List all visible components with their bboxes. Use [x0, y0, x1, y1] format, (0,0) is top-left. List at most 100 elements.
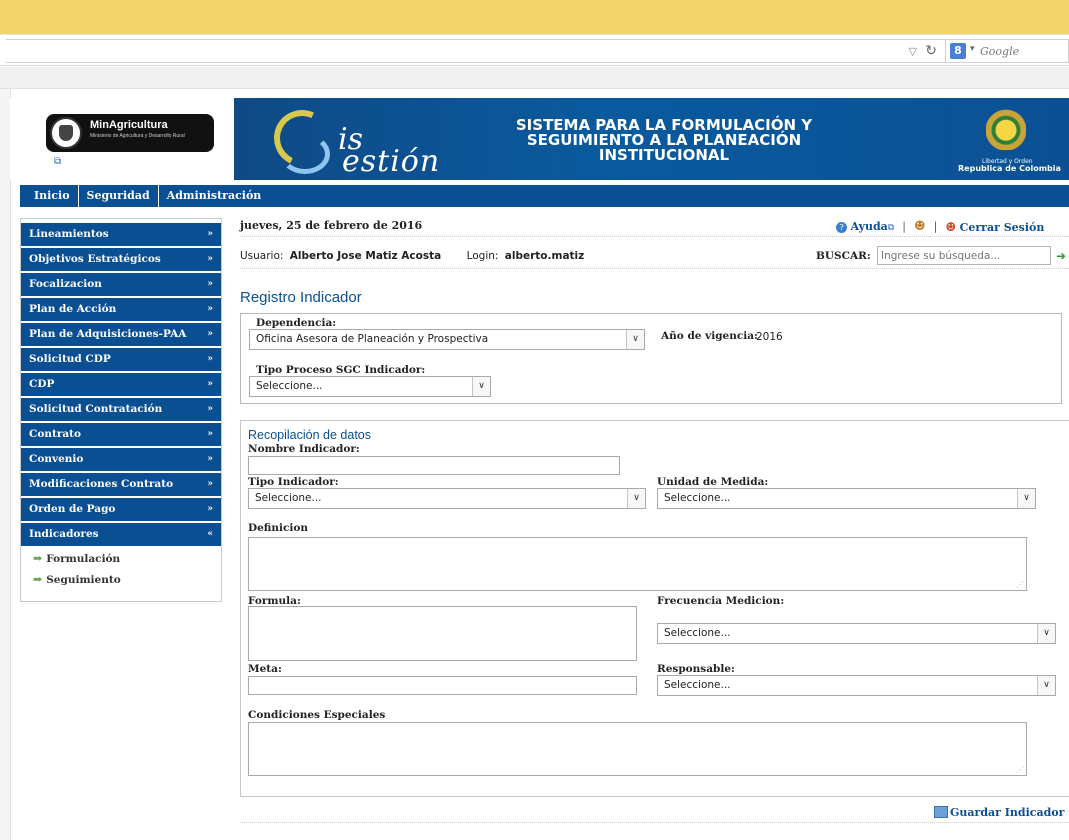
recopilacion-title: Recopilación de datos: [248, 428, 371, 442]
sidebar-item-label: CDP: [29, 378, 55, 390]
nombre-input[interactable]: [248, 456, 620, 475]
chevron-down-icon: ∨: [1017, 489, 1035, 508]
chevron-down-icon: »: [207, 329, 213, 339]
sidebar-item-indicadores[interactable]: Indicadores «: [21, 523, 221, 546]
sidebar-item-label: Objetivos Estratégicos: [29, 253, 161, 265]
resize-grip-icon[interactable]: ⋰: [1016, 580, 1024, 589]
sidebar-item-lineamientos[interactable]: Lineamientos »: [21, 223, 221, 246]
browser-tab-gap: [0, 67, 1069, 89]
chevron-down-icon: »: [207, 404, 213, 414]
minagricultura-logo: MinAgricultura Ministerio de Agricultura…: [46, 114, 214, 152]
frecuencia-select[interactable]: Seleccione... ∨: [657, 623, 1056, 644]
condiciones-textarea[interactable]: ⋰: [248, 722, 1027, 776]
crest-country: Republica de Colombia: [958, 164, 1061, 173]
sidebar-item-label: Orden de Pago: [29, 503, 116, 515]
chevron-down-icon: »: [207, 454, 213, 464]
vigencia-label: Año de vigencia:: [661, 330, 758, 342]
sidebar-item-focalizacion[interactable]: Focalizacion »: [21, 273, 221, 296]
chevron-down-icon: ∨: [1037, 624, 1055, 643]
user-name: Alberto Jose Matiz Acosta: [289, 250, 442, 262]
chevron-up-icon: «: [207, 529, 213, 539]
tipo-indicador-select[interactable]: Seleccione... ∨: [248, 488, 646, 509]
search-engine-name: Google: [980, 45, 1020, 58]
sidebar-item-modificaciones[interactable]: Modificaciones Contrato »: [21, 473, 221, 496]
help-icon: ?: [836, 222, 847, 233]
chevron-down-icon: »: [207, 504, 213, 514]
ministry-seal-icon: [50, 117, 82, 149]
sidebar-item-label: Focalizacion: [29, 278, 102, 290]
brand-text-estion: estión: [342, 144, 441, 179]
sidebar-item-plan-adquisiciones[interactable]: Plan de Adquisiciones-PAA »: [21, 323, 221, 346]
definicion-textarea[interactable]: ⋰: [248, 537, 1027, 591]
tipo-proceso-select[interactable]: Seleccione... ∨: [249, 376, 491, 397]
nav-administracion[interactable]: Administración: [159, 185, 270, 207]
nombre-label: Nombre Indicador:: [248, 443, 360, 455]
sidebar-item-solicitud-cdp[interactable]: Solicitud CDP »: [21, 348, 221, 371]
save-indicator-button[interactable]: Guardar Indicador: [934, 806, 1064, 819]
sidebar-item-label: Indicadores: [29, 528, 99, 540]
logo-subtitle: Ministerio de Agricultura y Desarrollo R…: [90, 133, 185, 139]
chevron-down-icon: »: [207, 304, 213, 314]
search-input[interactable]: [877, 246, 1051, 265]
search-engine-icon[interactable]: 8: [950, 43, 966, 59]
browser-search-box[interactable]: 8 ▾ Google: [945, 39, 1069, 63]
sidebar-item-contrato[interactable]: Contrato »: [21, 423, 221, 446]
unidad-label: Unidad de Medida:: [657, 476, 769, 488]
chevron-down-icon: »: [207, 254, 213, 264]
chevron-down-icon: ∨: [472, 377, 490, 396]
tipo-proceso-label: Tipo Proceso SGC Indicador:: [256, 364, 426, 376]
dropdown-triangle-icon[interactable]: ▽: [909, 45, 917, 58]
main-navigation: Inicio Seguridad Administración: [20, 185, 1069, 207]
tipo-indicador-label: Tipo Indicador:: [248, 476, 339, 488]
sidebar-subitem-seguimiento[interactable]: ➡ Seguimiento: [21, 569, 221, 590]
nav-seguridad[interactable]: Seguridad: [79, 185, 159, 207]
engine-dropdown-icon[interactable]: ▾: [970, 44, 975, 54]
nav-inicio[interactable]: Inicio: [20, 185, 79, 207]
ministry-logo-area: MinAgricultura Ministerio de Agricultura…: [10, 98, 234, 180]
condiciones-label: Condiciones Especiales: [248, 709, 386, 721]
sidebar-item-label: Solicitud Contratación: [29, 403, 163, 415]
sidebar-item-label: Modificaciones Contrato: [29, 478, 174, 490]
subitem-label: Formulación: [46, 553, 121, 565]
dependencia-select[interactable]: Oficina Asesora de Planeación y Prospect…: [249, 329, 645, 350]
arrow-right-icon: ➡: [33, 552, 43, 565]
sidebar-item-objetivos[interactable]: Objetivos Estratégicos »: [21, 248, 221, 271]
sidebar-item-label: Lineamientos: [29, 228, 109, 240]
sidebar-item-plan-accion[interactable]: Plan de Acción »: [21, 298, 221, 321]
sidebar-item-label: Contrato: [29, 428, 82, 440]
logo-name: MinAgricultura: [90, 119, 168, 131]
address-bar[interactable]: ▽ ↻: [6, 39, 948, 63]
user-info: Usuario: Alberto Jose Matiz Acosta Login…: [240, 250, 585, 262]
unidad-select[interactable]: Seleccione... ∨: [657, 488, 1036, 509]
logout-link[interactable]: ☻ Cerrar Sesión: [945, 220, 1044, 234]
meta-label: Meta:: [248, 663, 282, 675]
sidebar-item-orden-pago[interactable]: Orden de Pago »: [21, 498, 221, 521]
dependencia-label: Dependencia:: [256, 317, 337, 329]
chevron-down-icon: »: [207, 479, 213, 489]
browser-toolbar: ▽ ↻ 8 ▾ Google: [0, 34, 1069, 66]
formula-textarea[interactable]: [248, 606, 637, 661]
resize-grip-icon[interactable]: ⋰: [1016, 765, 1024, 774]
chevron-down-icon: »: [207, 379, 213, 389]
vigencia-value: 2016: [756, 331, 783, 343]
search-label: BUSCAR:: [816, 250, 871, 262]
chevron-down-icon: »: [207, 429, 213, 439]
search-go-icon[interactable]: ➜: [1056, 249, 1069, 263]
chevron-down-icon: »: [207, 229, 213, 239]
reload-icon[interactable]: ↻: [925, 43, 937, 59]
responsable-select[interactable]: Seleccione... ∨: [657, 675, 1056, 696]
colombia-crest-icon: [986, 106, 1026, 150]
definicion-label: Definicion: [248, 522, 309, 534]
subitem-label: Seguimiento: [46, 574, 121, 586]
meta-input[interactable]: [248, 676, 637, 695]
sidebar-item-cdp[interactable]: CDP »: [21, 373, 221, 396]
help-link[interactable]: ? Ayuda⧉: [836, 220, 894, 233]
external-link-icon: ⧉: [887, 223, 895, 233]
brand-swirl-blue: [280, 134, 330, 174]
top-links: ? Ayuda⧉ | ☻ | ☻ Cerrar Sesión: [836, 219, 1044, 234]
sidebar-item-convenio[interactable]: Convenio »: [21, 448, 221, 471]
sidebar-item-solicitud-contratacion[interactable]: Solicitud Contratación »: [21, 398, 221, 421]
user-profile-icon[interactable]: ☻: [914, 219, 926, 234]
external-link-icon[interactable]: ⧉: [54, 156, 61, 167]
sidebar-subitem-formulacion[interactable]: ➡ Formulación: [21, 548, 221, 569]
